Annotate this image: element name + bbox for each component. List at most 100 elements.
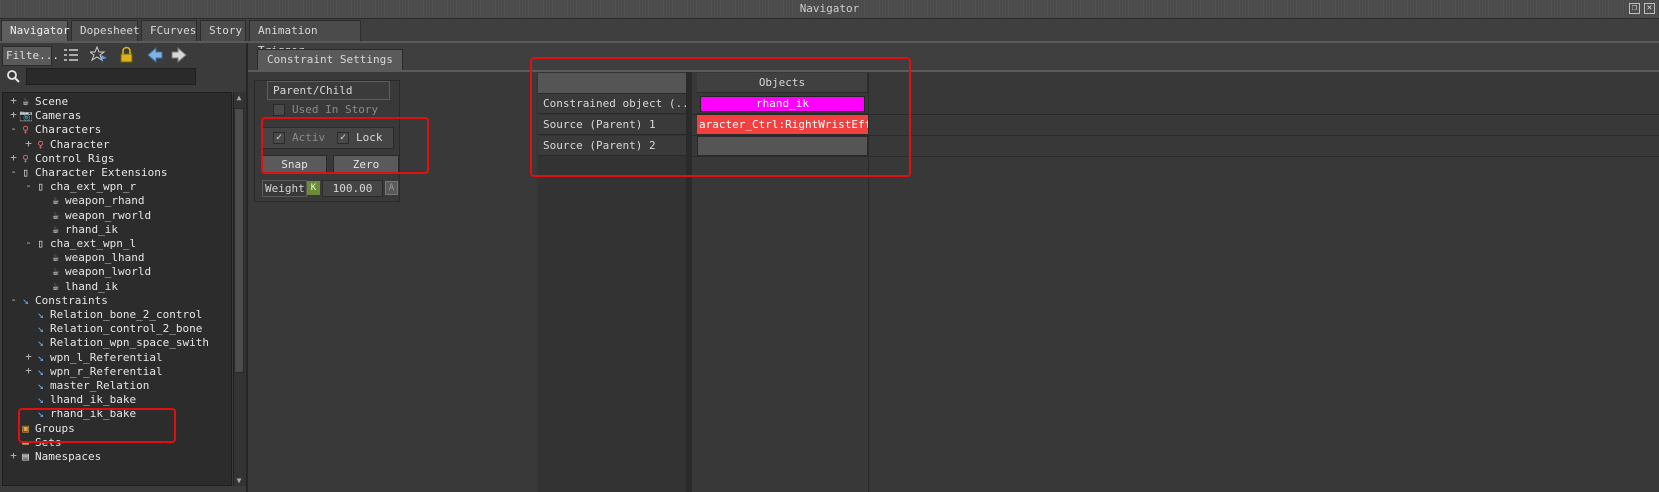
sheet-object-cell[interactable] [697, 136, 868, 156]
activ-label: Activ [292, 131, 326, 144]
constraint-type-field[interactable]: Parent/Child [267, 81, 390, 100]
sheet-row-name[interactable]: Source (Parent) 1 [538, 115, 686, 135]
weight-key-button[interactable]: K [307, 181, 320, 195]
restore-icon[interactable]: ❐ [1629, 3, 1640, 14]
close-icon[interactable]: ✕ [1644, 3, 1655, 14]
collapse-icon[interactable]: - [9, 294, 18, 305]
tree-item[interactable]: ☕ weapon_rworld [3, 208, 231, 223]
tree-item[interactable]: ↘ lhand_ik_bake [3, 392, 231, 407]
tree-item[interactable]: ☕ weapon_lworld [3, 264, 231, 279]
tree-item-label: Cameras [35, 109, 82, 123]
tab-constraint-settings[interactable]: Constraint Settings [257, 49, 403, 71]
expand-icon[interactable]: + [24, 351, 33, 362]
snap-button[interactable]: Snap [262, 155, 327, 173]
scroll-up-icon[interactable]: ▲ [235, 93, 243, 102]
tree-item[interactable]: ↘ Relation_control_2_bone [3, 321, 231, 336]
tree-item[interactable]: ▣ Groups [3, 421, 231, 436]
tree-item-label: Namespaces [35, 450, 102, 463]
sheet-object-cell[interactable]: rhand_ik [697, 94, 868, 114]
constraint-icon: ↘ [37, 322, 44, 336]
objects-column-header[interactable]: Objects [697, 73, 868, 93]
tab-fcurves[interactable]: FCurves [141, 20, 197, 41]
tree-item[interactable]: + ↘ wpn_l_Referential [3, 350, 231, 365]
tree-item-label: lhand_ik_bake [50, 393, 137, 407]
tree-item-label: Characters [35, 123, 102, 137]
window-title-bar: Navigator ❐ ✕ [0, 0, 1659, 19]
tree-item-label: rhand_ik_bake [50, 407, 137, 421]
collapse-icon[interactable]: - [24, 237, 33, 248]
tree-item[interactable]: ☕ lhand_ik [3, 279, 231, 294]
sheet-object-cell[interactable]: aracter_Ctrl:RightWristEffect [697, 115, 868, 135]
tree-item[interactable]: ☕ rhand_ik [3, 222, 231, 237]
sheet-row-name[interactable]: Source (Parent) 2 [538, 136, 686, 156]
arrow-left-icon[interactable] [146, 46, 164, 66]
camera-icon: 📷 [19, 109, 33, 123]
expand-icon[interactable]: + [24, 365, 33, 376]
constraint-icon: ↘ [37, 393, 44, 407]
expand-icon[interactable]: + [9, 95, 18, 106]
tab-story[interactable]: Story [200, 20, 246, 41]
tree-item-label: Character Extensions [35, 166, 168, 179]
tree-item-label: wpn_r_Referential [50, 364, 163, 378]
list-view-icon[interactable] [62, 46, 80, 66]
tree-item[interactable]: ☕ weapon_lhand [3, 250, 231, 265]
scroll-down-icon[interactable]: ▼ [235, 476, 243, 485]
used-in-story-checkbox[interactable] [273, 104, 285, 116]
tree-item[interactable]: ↘ rhand_ik_bake [3, 406, 231, 421]
window-title: Navigator [799, 2, 860, 15]
tree-item[interactable]: + ☕ Scene [3, 94, 231, 109]
namespace-icon: ▤ [22, 450, 29, 463]
tree-item[interactable]: - ↘ Constraints [3, 293, 231, 308]
expand-icon[interactable]: + [9, 109, 18, 120]
tree-item-label: Control Rigs [35, 151, 115, 165]
tree-item[interactable]: ↘ Relation_bone_2_control [3, 307, 231, 322]
tab-animation-trigger[interactable]: Animation Trigger [249, 20, 361, 57]
filter-button[interactable]: Filte... [2, 46, 59, 66]
tree-item-label: Scene [35, 95, 69, 108]
tree-item[interactable]: + ♀ Control Rigs [3, 151, 231, 166]
weight-label: Weight [262, 180, 307, 197]
tree-item[interactable]: - ▯ cha_ext_wpn_r [3, 179, 231, 194]
collapse-icon[interactable]: - [9, 123, 18, 134]
tree-item[interactable]: + ▤ Namespaces [3, 449, 231, 464]
tree-item[interactable]: - ♀ Characters [3, 122, 231, 137]
star-select-icon[interactable] [88, 45, 108, 66]
expand-icon[interactable]: + [9, 450, 18, 461]
tree-item[interactable]: + 📷 Cameras [3, 108, 231, 123]
tree-item[interactable]: ▬ Sets [3, 435, 231, 450]
weight-animate-button[interactable]: A [385, 181, 398, 195]
row-header-column [538, 72, 688, 492]
tree-item[interactable]: - ▯ cha_ext_wpn_l [3, 236, 231, 251]
tab-navigator[interactable]: Navigator [1, 20, 70, 41]
expand-icon[interactable]: + [9, 152, 18, 163]
tree-item[interactable]: ↘ master_Relation [3, 378, 231, 393]
search-input[interactable] [26, 68, 196, 85]
tree-item-label: Relation_control_2_bone [50, 322, 203, 336]
search-icon [6, 69, 20, 83]
control-rig-icon: ♀ [22, 151, 29, 165]
collapse-icon[interactable]: - [24, 180, 33, 191]
tree-item[interactable]: ↘ Relation_wpn_space_swith [3, 335, 231, 350]
tree-item[interactable]: + ♀ Character [3, 137, 231, 152]
constrained-object-chip[interactable]: rhand_ik [700, 96, 865, 112]
zero-button[interactable]: Zero [333, 155, 399, 173]
lock-checkbox[interactable]: ✓ [337, 132, 349, 144]
arrow-right-icon[interactable] [170, 46, 188, 66]
tree-item[interactable]: ☕ weapon_rhand [3, 193, 231, 208]
sheet-row-name[interactable]: Constrained object (... [538, 94, 686, 114]
tree-item[interactable]: - ▯ Character Extensions [3, 165, 231, 180]
null-object-icon: ☕ [52, 265, 59, 279]
tree-scrollbar-thumb[interactable] [234, 108, 244, 373]
null-object-icon: ☕ [52, 251, 59, 265]
row-divider [692, 156, 1659, 157]
activ-checkbox[interactable]: ✓ [273, 132, 285, 144]
weight-value-field[interactable]: 100.00 [322, 180, 383, 197]
tree-item[interactable]: + ↘ wpn_r_Referential [3, 364, 231, 379]
expand-icon[interactable]: + [24, 138, 33, 149]
constraint-icon: ↘ [22, 293, 29, 307]
lock-icon[interactable] [118, 46, 136, 66]
collapse-icon[interactable]: - [9, 166, 18, 177]
tab-dopesheet[interactable]: Dopesheet [71, 20, 140, 41]
tree-item-label: Constraints [35, 293, 108, 307]
constraint-icon: ↘ [37, 364, 44, 378]
